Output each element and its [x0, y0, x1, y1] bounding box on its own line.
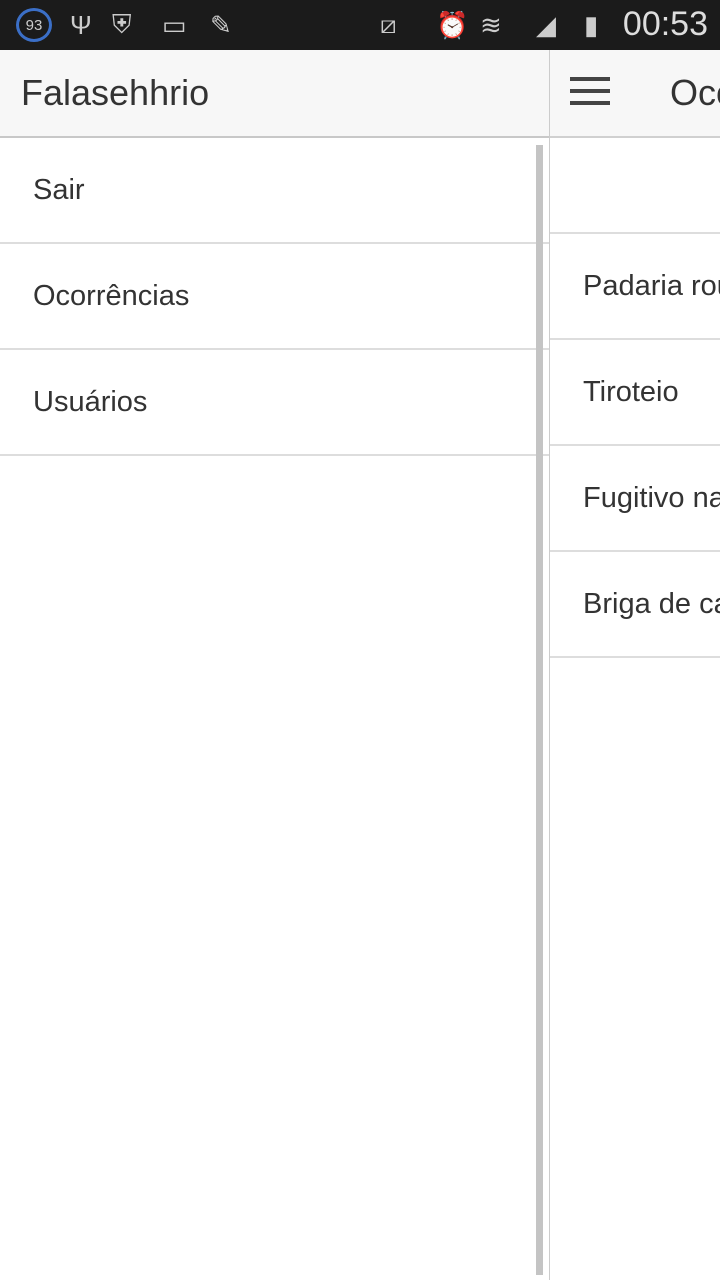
- voicemail-icon: ▭: [162, 9, 187, 40]
- app-bar: Ocorrências: [550, 50, 720, 138]
- pencil-icon: ✎: [210, 9, 232, 40]
- drawer-item-usuarios[interactable]: Usuários: [0, 350, 549, 456]
- signal-icon: ◢: [536, 9, 556, 40]
- menu-icon[interactable]: [570, 77, 610, 105]
- drawer-title: Falasehhrio: [0, 50, 549, 138]
- occurrence-list: Padaria roubada Tiroteio Fugitivo na rua…: [550, 138, 720, 658]
- list-item[interactable]: Fugitivo na rua: [550, 446, 720, 552]
- wifi-icon: ≋: [480, 9, 502, 40]
- list-header-spacer: [550, 138, 720, 234]
- notification-count-badge: 93: [16, 8, 52, 42]
- usb-icon: Ψ: [70, 9, 92, 40]
- page-title: Ocorrências: [670, 72, 720, 113]
- list-item[interactable]: Padaria roubada: [550, 234, 720, 340]
- status-bar: 93 Ψ ⛨ ▭ ✎ ⧄ ⏰ ≋ ◢ ▮ 00:53: [0, 0, 720, 50]
- mute-vibrate-icon: ⧄: [380, 9, 397, 39]
- drawer-item-ocorrencias[interactable]: Ocorrências: [0, 244, 549, 350]
- list-item[interactable]: Tiroteio: [550, 340, 720, 446]
- battery-charging-icon: ▮: [584, 9, 599, 40]
- clock: 00:53: [622, 5, 708, 43]
- shield-mail-icon: ⛨: [112, 9, 132, 39]
- navigation-drawer: Falasehhrio Sair Ocorrências Usuários: [0, 50, 549, 1280]
- list-item[interactable]: Briga de casal: [550, 552, 720, 658]
- scrollbar[interactable]: [536, 145, 543, 1275]
- drawer-item-sair[interactable]: Sair: [0, 138, 549, 244]
- main-content: Ocorrências Padaria roubada Tiroteio Fug…: [549, 50, 720, 1280]
- alarm-icon: ⏰: [436, 9, 469, 40]
